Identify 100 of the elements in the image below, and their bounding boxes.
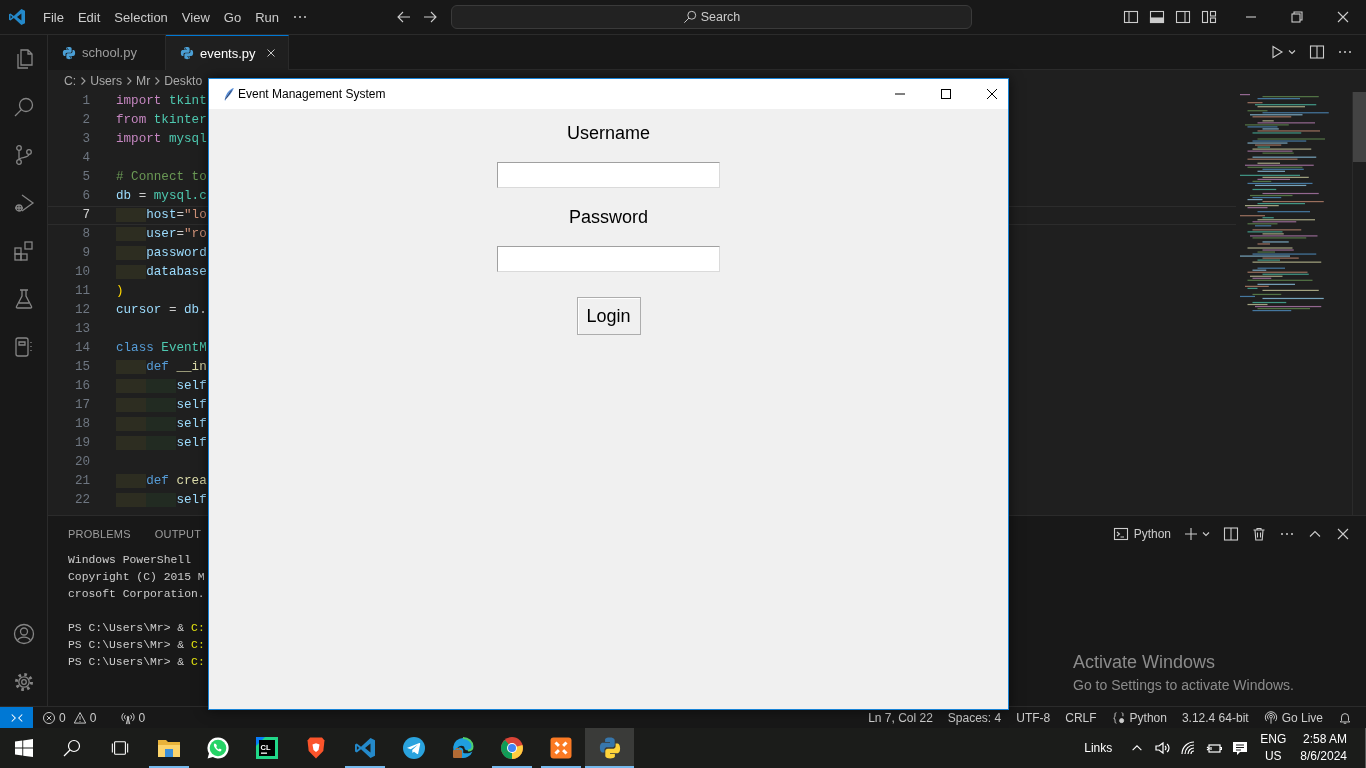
layout-grid-icon[interactable] bbox=[1201, 9, 1217, 25]
error-icon[interactable] bbox=[42, 710, 56, 725]
go-live-button[interactable]: Go Live bbox=[1281, 710, 1323, 725]
arrow-left-icon[interactable] bbox=[396, 9, 412, 25]
status-item[interactable]: Spaces: 4 bbox=[947, 710, 1002, 725]
code-line: db = mysql.c bbox=[116, 188, 207, 205]
terminal-line: Windows PowerShell bbox=[68, 553, 192, 568]
status-item[interactable]: UTF-8 bbox=[1016, 710, 1051, 725]
terminal-line: crosoft Corporation. bbox=[68, 587, 205, 602]
menu-item[interactable]: Selection bbox=[107, 6, 175, 28]
sidebar-left-icon[interactable] bbox=[1123, 9, 1139, 25]
code-line: self bbox=[116, 491, 207, 510]
plus-icon[interactable] bbox=[1183, 525, 1199, 542]
panel-tab[interactable]: PROBLEMS bbox=[68, 527, 131, 540]
line-number: 10 bbox=[73, 264, 90, 281]
python-file-icon bbox=[179, 46, 194, 60]
command-center-search[interactable]: Search bbox=[451, 5, 972, 29]
ribbon-logo-icon bbox=[9, 9, 25, 25]
arrow-right-icon[interactable] bbox=[422, 9, 438, 25]
text-input-field[interactable] bbox=[497, 162, 720, 188]
feather-icon bbox=[222, 87, 236, 101]
code-line: def __in bbox=[116, 358, 207, 377]
language-mode[interactable]: Python bbox=[1129, 710, 1167, 725]
editor-tab[interactable]: events.py bbox=[165, 35, 289, 70]
code-line: import mysql bbox=[116, 131, 207, 148]
search-icon bbox=[682, 10, 697, 24]
snakes-icon bbox=[597, 736, 622, 760]
line-number: 17 bbox=[73, 397, 90, 414]
panel-bottom-icon[interactable] bbox=[1149, 9, 1165, 25]
code-line: self bbox=[116, 396, 207, 415]
line-number: 18 bbox=[73, 416, 90, 433]
input-language-button[interactable]: ENG US bbox=[1260, 731, 1287, 765]
antenna-icon[interactable] bbox=[121, 710, 136, 725]
blocks-icon[interactable] bbox=[11, 239, 36, 263]
code-line: self bbox=[116, 434, 207, 453]
line-number: 14 bbox=[73, 340, 90, 357]
terminal-line: Copyright (C) 2015 M bbox=[68, 570, 205, 585]
activation-message: Go to Settings to activate Windows. bbox=[1073, 676, 1294, 695]
caret-down-icon[interactable] bbox=[1287, 47, 1297, 57]
status-item[interactable]: Ln 7, Col 22 bbox=[868, 710, 933, 725]
menu-item[interactable]: Edit bbox=[70, 6, 108, 28]
broadcast-icon bbox=[1263, 710, 1278, 725]
ribbon-logo-icon bbox=[352, 736, 377, 760]
account-icon[interactable] bbox=[11, 622, 36, 646]
status-item[interactable]: 3.12.4 64-bit bbox=[1181, 710, 1249, 725]
scrollbar-thumb[interactable] bbox=[1353, 92, 1366, 162]
window-title: Event Management System bbox=[238, 87, 386, 101]
field-label: Username bbox=[567, 122, 650, 145]
breadcrumb-item[interactable]: C: bbox=[64, 74, 77, 88]
line-number: 4 bbox=[81, 150, 90, 167]
code-line: host="lo bbox=[116, 206, 207, 225]
line-number: 21 bbox=[73, 473, 90, 490]
restore-icon bbox=[1291, 11, 1303, 23]
menu-item[interactable]: File bbox=[36, 6, 71, 28]
split-editor-icon[interactable] bbox=[1309, 44, 1325, 60]
port-count[interactable]: 0 bbox=[138, 710, 146, 725]
sidebar-right-icon[interactable] bbox=[1175, 9, 1191, 25]
notification-icon[interactable] bbox=[1232, 740, 1249, 756]
code-line: def crea bbox=[116, 472, 207, 491]
terminal-line: PS C:\Users\Mr> & C: bbox=[68, 638, 205, 653]
braces-icon bbox=[1111, 710, 1126, 725]
menu-item[interactable]: View bbox=[174, 6, 217, 28]
paper-plane-icon bbox=[401, 736, 426, 760]
taskbar-app-button[interactable] bbox=[585, 728, 634, 768]
maximize-icon bbox=[940, 89, 951, 99]
network-icon[interactable] bbox=[1180, 740, 1197, 756]
speaker-icon[interactable] bbox=[1154, 740, 1171, 756]
play-icon[interactable] bbox=[1269, 44, 1285, 60]
terminal-name[interactable]: Python bbox=[1133, 526, 1171, 541]
menu-item[interactable]: Go bbox=[216, 6, 249, 28]
bell-icon[interactable] bbox=[1338, 710, 1352, 725]
editor-tab[interactable]: school.py bbox=[48, 35, 166, 70]
line-number: 3 bbox=[81, 131, 90, 148]
breadcrumb-item[interactable]: Mr bbox=[136, 74, 151, 88]
toolbar-label[interactable]: Links bbox=[1084, 741, 1113, 755]
windows-logo-icon bbox=[15, 739, 33, 757]
line-number: 19 bbox=[73, 435, 90, 452]
search-icon bbox=[63, 739, 81, 757]
field-label: Password bbox=[569, 206, 648, 229]
warning-count[interactable]: 0 bbox=[89, 710, 97, 725]
warning-icon[interactable] bbox=[72, 710, 87, 725]
chevron-right-icon bbox=[124, 76, 134, 86]
close-icon bbox=[1337, 11, 1349, 23]
panel-tab[interactable]: OUTPUT bbox=[154, 527, 202, 540]
line-number: 2 bbox=[81, 112, 90, 129]
code-line: from tkinter bbox=[116, 112, 207, 129]
split-panel-icon[interactable] bbox=[1223, 525, 1239, 542]
login-button[interactable]: Login bbox=[576, 297, 641, 335]
status-item[interactable]: CRLF bbox=[1065, 710, 1097, 725]
breadcrumb-item[interactable]: Deskto bbox=[164, 74, 203, 88]
text-input-field[interactable] bbox=[497, 246, 720, 272]
menu-item[interactable]: Run bbox=[248, 6, 286, 28]
x-tile-icon bbox=[548, 736, 573, 760]
error-count[interactable]: 0 bbox=[59, 710, 66, 725]
code-line: import tkint bbox=[116, 93, 207, 110]
line-number: 1 bbox=[81, 93, 90, 110]
trash-icon[interactable] bbox=[1251, 525, 1267, 542]
clock-button[interactable]: 2:58 AM 8/6/2024 bbox=[1300, 731, 1347, 765]
code-line: database bbox=[116, 263, 207, 282]
breadcrumb-item[interactable]: Users bbox=[90, 74, 122, 88]
